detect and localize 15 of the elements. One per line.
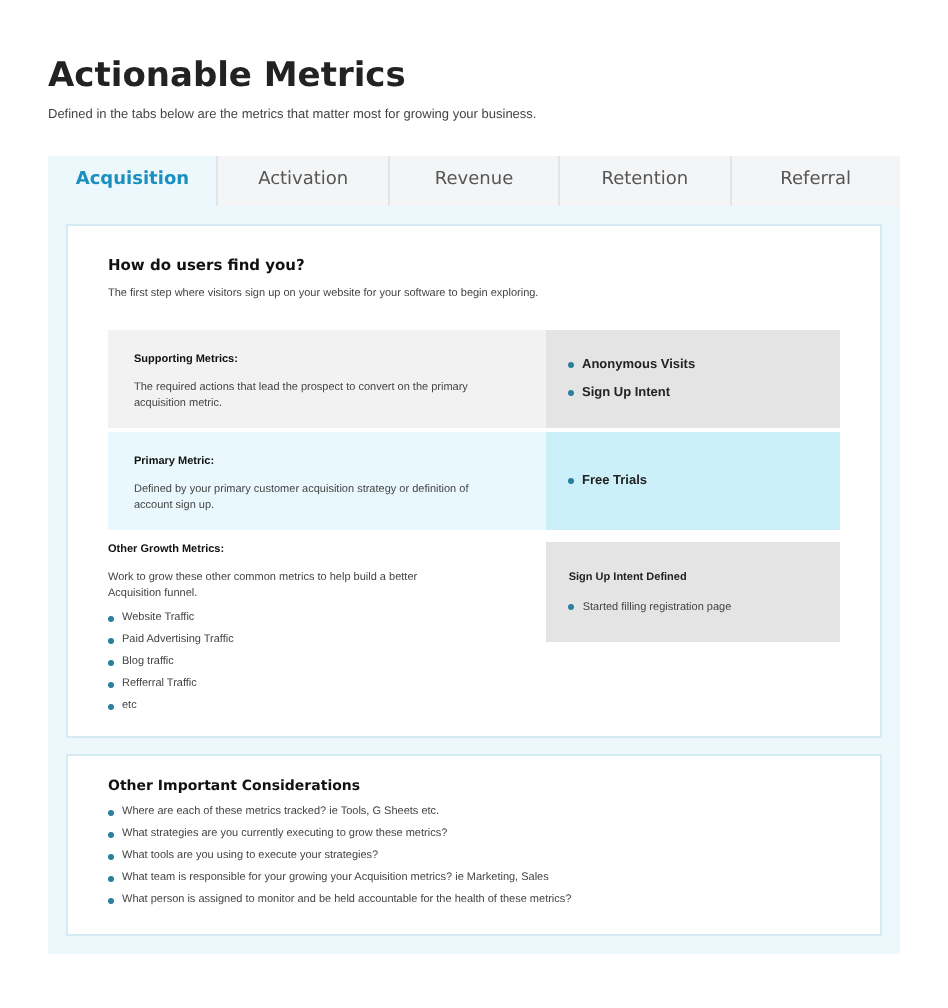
- bullet-icon: [108, 703, 114, 709]
- bullet-icon: [108, 854, 114, 860]
- bullet-icon: [108, 637, 114, 643]
- bullet-icon: [108, 832, 114, 838]
- bullet-icon: [108, 659, 114, 665]
- bullet-icon: [108, 615, 114, 621]
- bullet-icon: [568, 390, 574, 397]
- bullet-icon: [108, 876, 114, 882]
- bullet-icon: [568, 362, 574, 369]
- bullet-icon: [568, 478, 574, 485]
- page-title: Actionable Metrics: [48, 56, 408, 96]
- bullet-icon: [108, 898, 114, 904]
- bullet-icon: [108, 681, 114, 687]
- bullet-icon: [568, 604, 575, 611]
- bullet-icon: [108, 810, 114, 816]
